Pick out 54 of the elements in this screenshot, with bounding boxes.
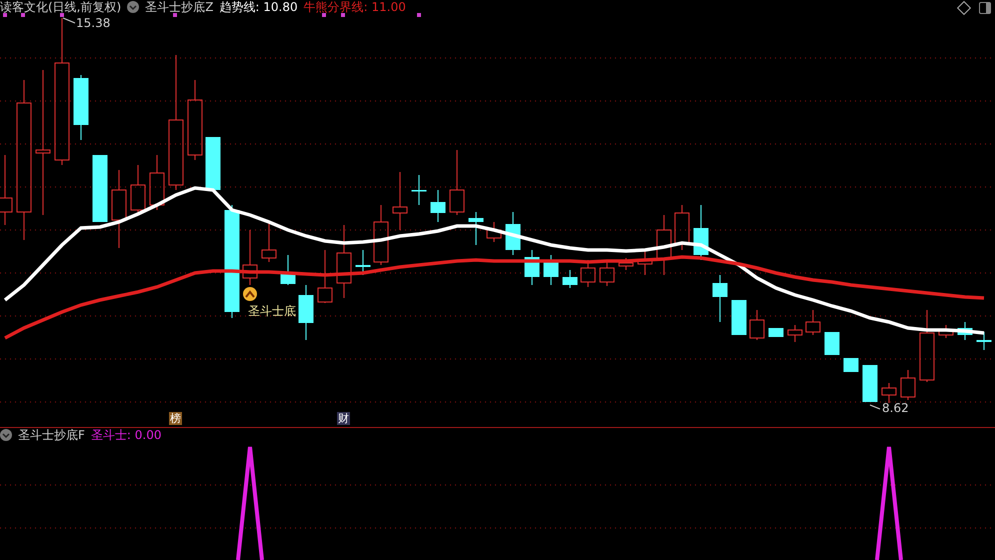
rising-candle [600,262,614,286]
falling-candle [506,212,520,256]
falling-candle [958,322,972,340]
rising-candle [262,222,276,262]
indicator-value: 牛熊分界线: 11.00 [304,0,406,14]
falling-candle [298,284,314,340]
falling-candle [468,212,484,246]
rising-candle [806,310,820,336]
falling-candle [862,364,878,402]
stock-title: 读客文化(日线,前复权) [0,0,122,14]
rising-candle [882,382,896,404]
rising-candle [318,250,332,304]
min-price-label: 8.62 [882,401,909,415]
falling-candle [544,254,558,286]
falling-candle [562,270,578,288]
rising-candle [638,250,652,276]
marker-tag[interactable]: 财 [337,412,350,425]
falling-candle [768,328,784,338]
rising-candle [750,310,764,340]
rising-candle [900,370,916,400]
rising-candle [150,154,164,210]
falling-candle [412,174,426,206]
dropdown-icon[interactable] [0,429,12,441]
falling-candle [356,250,370,276]
rising-candle [0,154,12,226]
falling-candle [206,136,220,190]
signal-label: 圣斗士底 [248,304,296,318]
rising-candle [374,204,388,266]
marker-tag[interactable]: 榜 [169,412,182,425]
indicator-name: 圣斗士抄底Z [145,0,214,14]
falling-candle [524,250,540,286]
window-icon[interactable] [979,2,991,14]
indicator-value: 趋势线: 10.80 [219,0,298,14]
falling-candle [74,74,88,140]
falling-candle [694,204,708,260]
indicator-value: 圣斗士: 0.00 [90,428,162,442]
falling-candle [430,190,446,222]
max-price-label: 15.38 [76,16,110,30]
dropdown-icon[interactable] [127,1,140,13]
rising-candle [656,214,672,276]
indicator-name: 圣斗士抄底F [18,428,85,442]
falling-candle [732,300,746,336]
falling-candle [92,154,108,222]
rising-candle [392,172,408,230]
rising-candle [788,324,802,342]
falling-candle [844,358,858,372]
rising-candle [450,150,464,216]
rising-candle [486,222,502,242]
falling-candle [280,254,296,286]
rising-candle [938,324,954,338]
falling-candle [976,332,992,350]
falling-candle [824,332,840,356]
rising-candle [242,230,258,286]
falling-candle [712,274,728,322]
